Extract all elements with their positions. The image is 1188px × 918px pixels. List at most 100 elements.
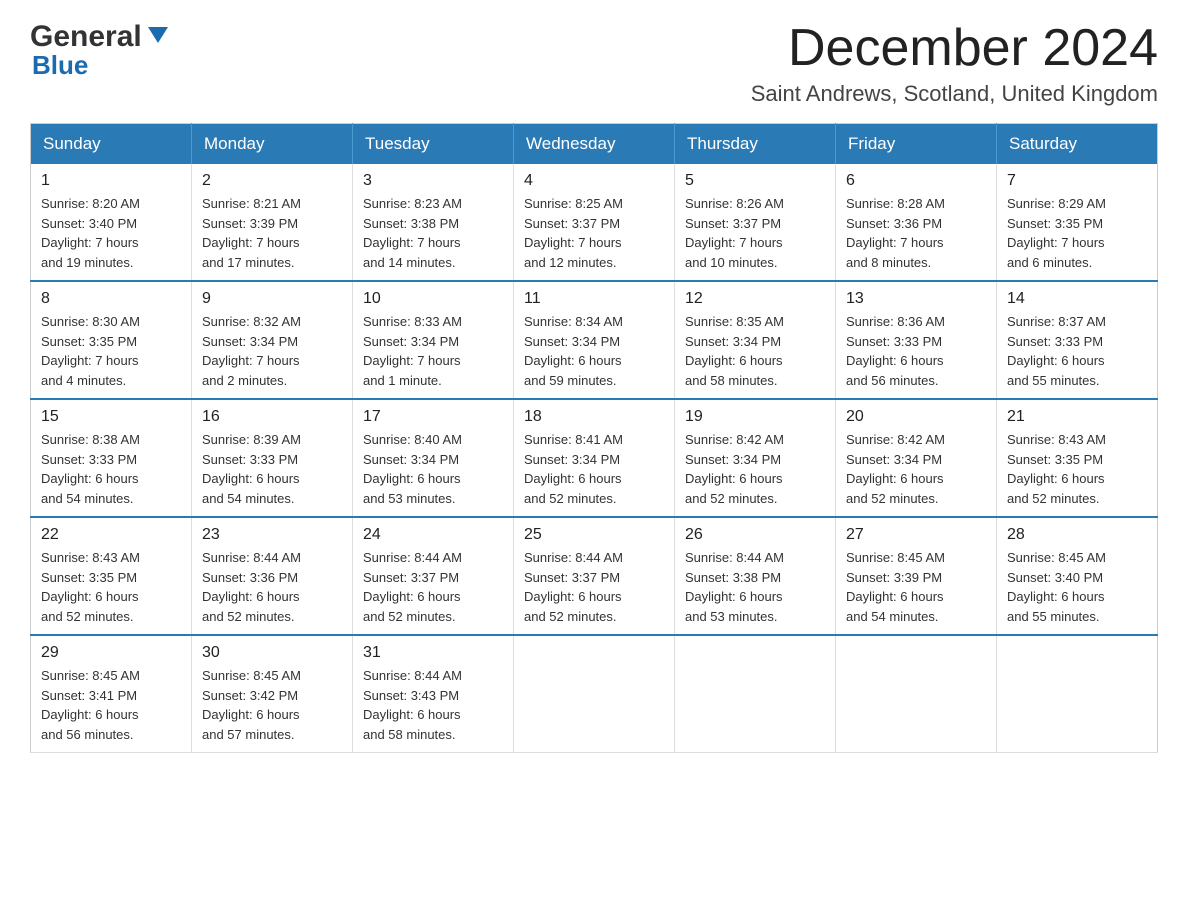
calendar-day-cell: 23 Sunrise: 8:44 AM Sunset: 3:36 PM Dayli… — [192, 517, 353, 635]
day-number: 5 — [685, 172, 825, 190]
calendar-day-cell: 20Sunrise: 8:42 AM Sunset: 3:34 PM Dayli… — [836, 399, 997, 517]
calendar-day-cell: 19Sunrise: 8:42 AM Sunset: 3:34 PM Dayli… — [675, 399, 836, 517]
day-info: Sunrise: 8:44 AM Sunset: 3:37 PM Dayligh… — [363, 548, 503, 626]
calendar-day-cell: 2 Sunrise: 8:21 AM Sunset: 3:39 PM Daylig… — [192, 164, 353, 281]
calendar-day-cell: 5Sunrise: 8:26 AM Sunset: 3:37 PM Daylig… — [675, 164, 836, 281]
day-number: 7 — [1007, 172, 1147, 190]
weekday-header-row: SundayMondayTuesdayWednesdayThursdayFrid… — [31, 124, 1158, 165]
day-info: Sunrise: 8:44 AM Sunset: 3:38 PM Dayligh… — [685, 548, 825, 626]
day-number: 17 — [363, 408, 503, 426]
day-number: 30 — [202, 644, 342, 662]
title-area: December 2024 Saint Andrews, Scotland, U… — [751, 20, 1158, 107]
day-number: 18 — [524, 408, 664, 426]
day-number: 28 — [1007, 526, 1147, 544]
day-info: Sunrise: 8:29 AM Sunset: 3:35 PM Dayligh… — [1007, 194, 1147, 272]
day-number: 31 — [363, 644, 503, 662]
calendar-week-row: 8Sunrise: 8:30 AM Sunset: 3:35 PM Daylig… — [31, 281, 1158, 399]
day-info: Sunrise: 8:21 AM Sunset: 3:39 PM Dayligh… — [202, 194, 342, 272]
day-info: Sunrise: 8:44 AM Sunset: 3:37 PM Dayligh… — [524, 548, 664, 626]
day-number: 6 — [846, 172, 986, 190]
calendar-day-cell: 30 Sunrise: 8:45 AM Sunset: 3:42 PM Dayli… — [192, 635, 353, 753]
day-info: Sunrise: 8:45 AM Sunset: 3:39 PM Dayligh… — [846, 548, 986, 626]
calendar-day-cell: 6 Sunrise: 8:28 AM Sunset: 3:36 PM Daylig… — [836, 164, 997, 281]
calendar-day-cell: 11 Sunrise: 8:34 AM Sunset: 3:34 PM Dayli… — [514, 281, 675, 399]
day-info: Sunrise: 8:23 AM Sunset: 3:38 PM Dayligh… — [363, 194, 503, 272]
calendar-day-cell: 22Sunrise: 8:43 AM Sunset: 3:35 PM Dayli… — [31, 517, 192, 635]
calendar-day-cell: 27 Sunrise: 8:45 AM Sunset: 3:39 PM Dayli… — [836, 517, 997, 635]
calendar-week-row: 1 Sunrise: 8:20 AM Sunset: 3:40 PM Daylig… — [31, 164, 1158, 281]
calendar-week-row: 22Sunrise: 8:43 AM Sunset: 3:35 PM Dayli… — [31, 517, 1158, 635]
day-number: 11 — [524, 290, 664, 308]
logo-triangle-icon — [144, 21, 172, 49]
calendar-week-row: 15 Sunrise: 8:38 AM Sunset: 3:33 PM Dayli… — [31, 399, 1158, 517]
day-info: Sunrise: 8:33 AM Sunset: 3:34 PM Dayligh… — [363, 312, 503, 390]
logo: General Blue — [30, 20, 172, 81]
calendar-day-cell: 9 Sunrise: 8:32 AM Sunset: 3:34 PM Daylig… — [192, 281, 353, 399]
day-info: Sunrise: 8:42 AM Sunset: 3:34 PM Dayligh… — [685, 430, 825, 508]
day-info: Sunrise: 8:36 AM Sunset: 3:33 PM Dayligh… — [846, 312, 986, 390]
calendar-day-cell — [836, 635, 997, 753]
day-info: Sunrise: 8:45 AM Sunset: 3:41 PM Dayligh… — [41, 666, 181, 744]
day-info: Sunrise: 8:43 AM Sunset: 3:35 PM Dayligh… — [1007, 430, 1147, 508]
day-number: 26 — [685, 526, 825, 544]
day-number: 15 — [41, 408, 181, 426]
day-number: 4 — [524, 172, 664, 190]
weekday-header-thursday: Thursday — [675, 124, 836, 165]
day-info: Sunrise: 8:44 AM Sunset: 3:36 PM Dayligh… — [202, 548, 342, 626]
weekday-header-wednesday: Wednesday — [514, 124, 675, 165]
day-number: 23 — [202, 526, 342, 544]
calendar-week-row: 29 Sunrise: 8:45 AM Sunset: 3:41 PM Dayli… — [31, 635, 1158, 753]
day-number: 2 — [202, 172, 342, 190]
weekday-header-monday: Monday — [192, 124, 353, 165]
weekday-header-tuesday: Tuesday — [353, 124, 514, 165]
day-number: 8 — [41, 290, 181, 308]
calendar-day-cell: 3 Sunrise: 8:23 AM Sunset: 3:38 PM Daylig… — [353, 164, 514, 281]
day-number: 20 — [846, 408, 986, 426]
calendar-day-cell: 10 Sunrise: 8:33 AM Sunset: 3:34 PM Dayli… — [353, 281, 514, 399]
calendar-day-cell: 26 Sunrise: 8:44 AM Sunset: 3:38 PM Dayli… — [675, 517, 836, 635]
day-number: 21 — [1007, 408, 1147, 426]
day-number: 27 — [846, 526, 986, 544]
day-number: 3 — [363, 172, 503, 190]
day-info: Sunrise: 8:40 AM Sunset: 3:34 PM Dayligh… — [363, 430, 503, 508]
day-number: 24 — [363, 526, 503, 544]
day-number: 9 — [202, 290, 342, 308]
day-info: Sunrise: 8:45 AM Sunset: 3:42 PM Dayligh… — [202, 666, 342, 744]
day-number: 1 — [41, 172, 181, 190]
calendar-day-cell: 12Sunrise: 8:35 AM Sunset: 3:34 PM Dayli… — [675, 281, 836, 399]
page-header: General Blue December 2024 Saint Andrews… — [30, 20, 1158, 107]
calendar-day-cell: 21 Sunrise: 8:43 AM Sunset: 3:35 PM Dayli… — [997, 399, 1158, 517]
calendar-day-cell — [514, 635, 675, 753]
day-info: Sunrise: 8:32 AM Sunset: 3:34 PM Dayligh… — [202, 312, 342, 390]
calendar-day-cell: 29 Sunrise: 8:45 AM Sunset: 3:41 PM Dayli… — [31, 635, 192, 753]
day-number: 14 — [1007, 290, 1147, 308]
calendar-day-cell: 25 Sunrise: 8:44 AM Sunset: 3:37 PM Dayli… — [514, 517, 675, 635]
day-number: 16 — [202, 408, 342, 426]
day-info: Sunrise: 8:44 AM Sunset: 3:43 PM Dayligh… — [363, 666, 503, 744]
calendar-day-cell: 15 Sunrise: 8:38 AM Sunset: 3:33 PM Dayli… — [31, 399, 192, 517]
day-number: 25 — [524, 526, 664, 544]
day-info: Sunrise: 8:38 AM Sunset: 3:33 PM Dayligh… — [41, 430, 181, 508]
day-number: 22 — [41, 526, 181, 544]
calendar-day-cell: 16Sunrise: 8:39 AM Sunset: 3:33 PM Dayli… — [192, 399, 353, 517]
day-info: Sunrise: 8:41 AM Sunset: 3:34 PM Dayligh… — [524, 430, 664, 508]
calendar-day-cell: 18 Sunrise: 8:41 AM Sunset: 3:34 PM Dayli… — [514, 399, 675, 517]
calendar-subtitle: Saint Andrews, Scotland, United Kingdom — [751, 81, 1158, 107]
weekday-header-friday: Friday — [836, 124, 997, 165]
day-info: Sunrise: 8:37 AM Sunset: 3:33 PM Dayligh… — [1007, 312, 1147, 390]
day-info: Sunrise: 8:34 AM Sunset: 3:34 PM Dayligh… — [524, 312, 664, 390]
day-number: 29 — [41, 644, 181, 662]
calendar-day-cell — [997, 635, 1158, 753]
day-info: Sunrise: 8:25 AM Sunset: 3:37 PM Dayligh… — [524, 194, 664, 272]
calendar-table: SundayMondayTuesdayWednesdayThursdayFrid… — [30, 123, 1158, 753]
day-info: Sunrise: 8:20 AM Sunset: 3:40 PM Dayligh… — [41, 194, 181, 272]
day-info: Sunrise: 8:28 AM Sunset: 3:36 PM Dayligh… — [846, 194, 986, 272]
calendar-day-cell: 28 Sunrise: 8:45 AM Sunset: 3:40 PM Dayli… — [997, 517, 1158, 635]
calendar-day-cell: 14 Sunrise: 8:37 AM Sunset: 3:33 PM Dayli… — [997, 281, 1158, 399]
calendar-day-cell: 1 Sunrise: 8:20 AM Sunset: 3:40 PM Daylig… — [31, 164, 192, 281]
day-info: Sunrise: 8:45 AM Sunset: 3:40 PM Dayligh… — [1007, 548, 1147, 626]
logo-general-text: General — [30, 20, 142, 54]
calendar-day-cell: 7 Sunrise: 8:29 AM Sunset: 3:35 PM Daylig… — [997, 164, 1158, 281]
calendar-day-cell: 31 Sunrise: 8:44 AM Sunset: 3:43 PM Dayli… — [353, 635, 514, 753]
day-number: 10 — [363, 290, 503, 308]
